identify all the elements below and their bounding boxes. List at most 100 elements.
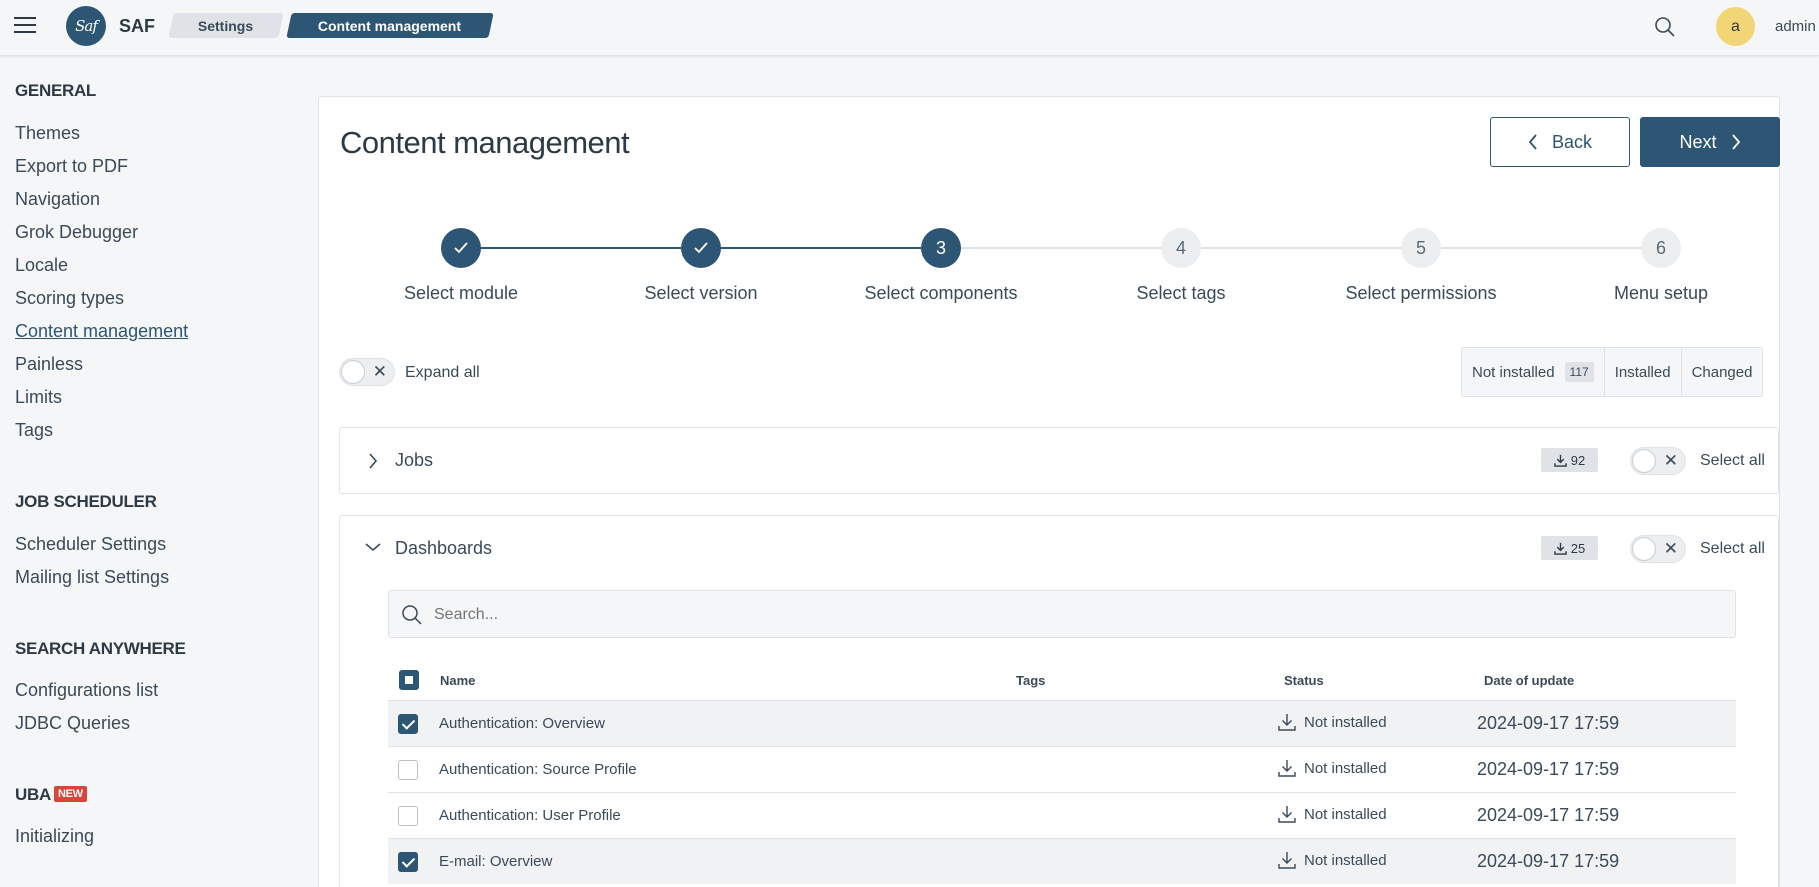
brand-name: SAF <box>119 16 155 36</box>
step-5-circle[interactable]: 5 <box>1401 228 1441 268</box>
download-icon <box>1553 542 1567 555</box>
new-badge: NEW <box>53 785 87 802</box>
table-row[interactable]: Authentication: User Profile Not install… <box>388 792 1736 838</box>
download-icon <box>1278 760 1296 777</box>
filter-changed[interactable]: Changed <box>1682 348 1763 396</box>
sidebar-item-scoring-types[interactable]: Scoring types <box>15 288 124 309</box>
toggle-knob <box>1632 449 1656 473</box>
row-checkbox[interactable] <box>398 806 418 826</box>
table-row[interactable]: Authentication: Overview Not installed 2… <box>388 700 1736 746</box>
search-input[interactable] <box>434 603 1714 627</box>
sidebar-item-locale[interactable]: Locale <box>15 255 68 276</box>
column-header-tags[interactable]: Tags <box>1016 673 1045 688</box>
back-button-label: Back <box>1551 131 1593 152</box>
next-button-label: Next <box>1679 131 1717 152</box>
dashboards-select-all-toggle[interactable]: ✕ <box>1630 535 1686 563</box>
row-name: Authentication: User Profile <box>439 807 621 824</box>
sidebar-item-scheduler-settings[interactable]: Scheduler Settings <box>15 534 166 555</box>
check-icon <box>694 242 708 254</box>
row-name: Authentication: Overview <box>439 715 605 732</box>
close-icon: ✕ <box>1663 451 1678 470</box>
column-header-name[interactable]: Name <box>440 673 475 688</box>
breadcrumb-content-management[interactable]: Content management <box>286 13 494 38</box>
check-icon <box>454 242 468 254</box>
sidebar-item-themes[interactable]: Themes <box>15 123 80 144</box>
step-1-circle[interactable] <box>441 228 481 268</box>
close-icon: ✕ <box>1663 539 1678 558</box>
table-row[interactable]: Authentication: Source Profile Not insta… <box>388 746 1736 792</box>
search-icon <box>402 605 422 625</box>
row-checkbox[interactable] <box>398 760 418 780</box>
jobs-select-all-toggle[interactable]: ✕ <box>1630 447 1686 475</box>
row-status: Not installed <box>1278 759 1387 777</box>
hamburger-menu-icon[interactable] <box>14 17 36 35</box>
download-icon <box>1278 806 1296 823</box>
sidebar-item-mailing-list-settings[interactable]: Mailing list Settings <box>15 567 169 588</box>
sidebar-section-general: GENERAL <box>15 81 97 100</box>
step-4-label: Select tags <box>1136 283 1226 303</box>
chevron-down-icon[interactable] <box>365 542 381 552</box>
row-name: E-mail: Overview <box>439 853 553 870</box>
row-date: 2024-09-17 17:59 <box>1477 851 1620 871</box>
row-checkbox[interactable] <box>398 852 418 872</box>
step-3-circle[interactable]: 3 <box>921 228 961 268</box>
sidebar-item-navigation[interactable]: Navigation <box>15 189 100 210</box>
row-status-label: Not installed <box>1304 759 1387 777</box>
sidebar-item-tags[interactable]: Tags <box>15 420 53 441</box>
chevron-right-icon <box>369 453 378 469</box>
user-name[interactable]: admin <box>1775 18 1816 35</box>
sidebar-item-limits[interactable]: Limits <box>15 387 62 408</box>
accordion-dashboards-title[interactable]: Dashboards <box>395 538 492 559</box>
table-row[interactable]: E-mail: Overview Not installed 2024-09-1… <box>388 838 1736 884</box>
sidebar-item-grok-debugger[interactable]: Grok Debugger <box>15 222 138 243</box>
row-status-label: Not installed <box>1304 713 1387 731</box>
column-header-status[interactable]: Status <box>1284 673 1324 688</box>
breadcrumb-current-label: Content management <box>318 17 462 34</box>
column-header-date[interactable]: Date of update <box>1484 673 1574 688</box>
status-filter-group: Not installed 117 Installed Changed <box>1461 347 1764 397</box>
sidebar-item-painless[interactable]: Painless <box>15 354 83 375</box>
sidebar: GENERAL Themes Export to PDF Navigation … <box>0 57 300 887</box>
dashboards-select-all-label: Select all <box>1700 540 1765 557</box>
close-icon: ✕ <box>372 362 387 381</box>
download-icon <box>1278 852 1296 869</box>
toggle-knob <box>341 360 365 384</box>
step-4-circle[interactable]: 4 <box>1161 228 1201 268</box>
dashboards-search <box>388 590 1736 638</box>
stepper-remaining-line <box>941 247 1661 249</box>
sidebar-item-export-to-pdf[interactable]: Export to PDF <box>15 156 128 177</box>
avatar[interactable]: a <box>1716 7 1755 46</box>
step-2-circle[interactable] <box>681 228 721 268</box>
saf-logo[interactable]: Saf <box>66 6 106 46</box>
step-5-label: Select permissions <box>1345 283 1497 303</box>
step-6-circle[interactable]: 6 <box>1641 228 1681 268</box>
chevron-right-icon <box>1731 134 1740 150</box>
step-2-label: Select version <box>644 283 758 303</box>
search-icon[interactable] <box>1654 16 1676 38</box>
jobs-count: 92 <box>1570 452 1586 468</box>
next-button[interactable]: Next <box>1640 117 1780 167</box>
step-6-label: Menu setup <box>1613 283 1709 303</box>
sidebar-item-initializing[interactable]: Initializing <box>15 826 94 847</box>
top-bar: Saf SAF Settings Content management a ad… <box>0 0 1819 56</box>
sidebar-item-configurations-list[interactable]: Configurations list <box>15 680 158 701</box>
breadcrumb-settings[interactable]: Settings <box>168 13 284 38</box>
content-panel: Content management Back Next 3 4 5 6 Sel… <box>318 96 1780 887</box>
filter-not-installed[interactable]: Not installed 117 <box>1462 348 1605 396</box>
row-checkbox[interactable] <box>398 714 418 734</box>
expand-all-toggle[interactable]: ✕ <box>339 358 395 386</box>
row-status: Not installed <box>1278 713 1387 731</box>
accordion-jobs[interactable]: Jobs 92 ✕ Select all <box>339 427 1779 494</box>
select-all-rows-checkbox[interactable] <box>399 670 419 690</box>
row-name: Authentication: Source Profile <box>439 761 637 778</box>
filter-installed[interactable]: Installed <box>1605 348 1682 396</box>
back-button[interactable]: Back <box>1490 117 1630 167</box>
download-icon <box>1553 454 1567 467</box>
chevron-left-icon <box>1528 134 1537 150</box>
sidebar-section-job-scheduler: JOB SCHEDULER <box>15 492 157 511</box>
sidebar-item-content-management[interactable]: Content management <box>15 321 188 342</box>
sidebar-section-uba: UBA NEW <box>15 785 87 805</box>
expand-all-label: Expand all <box>405 364 480 381</box>
sidebar-item-jdbc-queries[interactable]: JDBC Queries <box>15 713 130 734</box>
accordion-jobs-title: Jobs <box>395 450 434 470</box>
